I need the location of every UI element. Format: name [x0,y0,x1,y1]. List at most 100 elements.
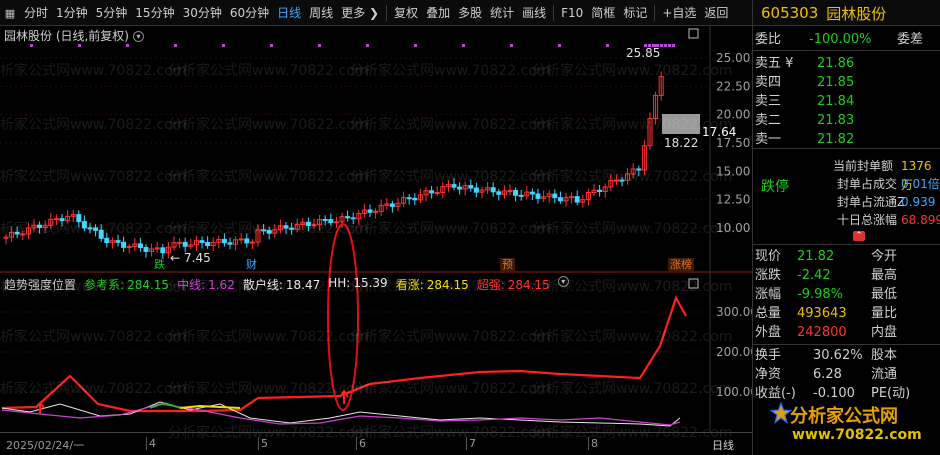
toolbar-item-7[interactable]: 周线 [305,0,337,26]
toolbar-item-0[interactable]: 分时 [20,0,52,26]
signal-marker [606,44,609,47]
indicator-item: 散户线: 18.47 [243,276,320,293]
indicator-item: 中线: 1.62 [177,276,235,293]
seal-label: 当前封单额 [833,159,894,173]
seal-value: 0.939 [901,195,936,209]
seal-label: 十日总涨幅 [837,213,898,227]
toolbar-item-10[interactable]: 叠加 [422,0,454,26]
quote-label2: 量比 [871,306,898,321]
toolbar-item-13[interactable]: 画线 [518,0,550,26]
ask-label: 卖二 [755,113,782,128]
signal-marker [510,44,513,47]
stock-name: 园林股份 [826,4,887,23]
indicator-legend: 趋势强度位置 参考系: 284.15 中线: 1.62 散户线: 18.47 HH: 15.39… [4,276,569,293]
ind-tick: 100.00 [716,385,752,399]
seal-row: 十日总涨幅 68.899 [753,211,940,230]
event-tag[interactable]: 财 [244,258,259,272]
quote-label2: 最高 [871,268,898,283]
date-month: 6 [356,437,366,450]
candle-body [261,229,267,232]
kline-chart[interactable]: 25.0022.5020.0017.5015.0012.5010.0017.64… [0,26,752,432]
signal-marker [660,44,663,47]
candle-body [597,189,603,192]
toolbar-item-4[interactable]: 30分钟 [179,0,226,26]
weicha-label: 委差 [897,32,924,47]
stock-header: 605303 园林股份 [752,0,940,26]
candle-body [266,229,272,234]
quote-label: 总量 [755,306,782,321]
toolbar-item-17[interactable]: +自选 [658,0,700,26]
ask-row: 卖一 21.82 [753,130,940,149]
candle-body [518,194,524,197]
candle-body [53,218,59,221]
candle-body [636,168,642,171]
indicator-item: 参考系: 284.15 [84,276,169,293]
annotation-high-low: 18.22 [664,136,698,150]
indicator-item-label: 中线: [177,278,206,292]
candle-body [115,240,121,243]
candle-body [289,227,295,230]
candle-body [333,221,339,224]
quote-value: 21.82 [797,249,835,264]
indicator-item: 超强: 284.15 [477,276,550,293]
candle-body [143,247,149,252]
chart-title-text: 园林股份 (日线,前复权) [4,29,129,43]
toolbar-item-1[interactable]: 1分钟 [52,0,92,26]
candle-body [283,225,289,229]
indicator-item-value: 284.15 [507,278,550,292]
event-tag[interactable]: 涨榜 [668,258,694,272]
candle-body [507,190,513,193]
quote-label2: 内盘 [871,325,898,340]
candle-body [345,216,351,219]
collapse-icon[interactable]: ⌃ [853,231,865,241]
stock-code: 605303 [761,4,819,22]
indicator-item-label: HH: [328,276,351,290]
grid-menu-icon[interactable]: ▦ [0,3,20,23]
event-tag[interactable]: 预 [500,258,515,272]
date-month: 7 [466,437,476,450]
price-tick: 20.00 [716,108,750,122]
webi-label: 委比 [755,32,782,47]
highlight-ellipse [327,223,359,411]
quote-row: 外盘 242800 内盘 [753,323,940,342]
candle-body [221,238,227,244]
indicator-item: 看涨: 284.15 [396,276,469,293]
chevron-down-icon[interactable]: ▾ [557,276,569,287]
toolbar-item-14[interactable]: F10 [557,0,587,26]
candle-body [613,179,619,182]
stats-label: 净资 [755,367,782,382]
toolbar-item-9[interactable]: 复权 [390,0,422,26]
quote-label2: 最低 [871,287,898,302]
toolbar-item-2[interactable]: 5分钟 [92,0,132,26]
candle-body [59,218,65,222]
candle-body [389,203,395,207]
candle-body [177,241,183,244]
toolbar-item-8[interactable]: 更多 ❯ [337,0,383,26]
toolbar-item-5[interactable]: 60分钟 [226,0,273,26]
quote-label: 外盘 [755,325,782,340]
toolbar-item-18[interactable]: 返回 [700,0,732,26]
toolbar-item-6[interactable]: 日线 [273,0,305,26]
toolbar-item-3[interactable]: 15分钟 [131,0,178,26]
quote-label: 涨幅 [755,287,782,302]
candle-body [552,193,558,199]
toolbar-item-11[interactable]: 多股 [454,0,486,26]
stats-label2: 流通 [871,367,898,382]
chevron-down-icon[interactable]: ▾ [133,31,144,42]
candle-body [87,227,93,230]
candle-body [160,247,166,254]
chart-area[interactable]: 25.00 22.50 20.00 17.50 15.00 12.50 10.00 17.64… [0,26,752,455]
indicator-item-label: 参考系: [84,278,125,292]
ask-row: 卖四 21.85 [753,73,940,92]
signal-marker [664,44,667,47]
period-label[interactable]: 日线 [712,437,734,453]
toolbar-divider [654,5,656,21]
toolbar: ▦ 分时 1分钟 5分钟 15分钟 30分钟 60分钟 日线 周线 更多 ❯ 复权 叠加 多股 统计 画线 F… [0,0,940,26]
current-price-tag: 17.64 [702,125,736,139]
quote-row: 涨跌 -2.42 最高 [753,266,940,285]
toolbar-item-12[interactable]: 统计 [486,0,518,26]
toolbar-item-15[interactable]: 简框 [587,0,619,26]
event-tag[interactable]: 跌 [152,258,167,272]
toolbar-item-16[interactable]: 标记 [619,0,651,26]
ind-tick: 300.00 [716,305,752,319]
